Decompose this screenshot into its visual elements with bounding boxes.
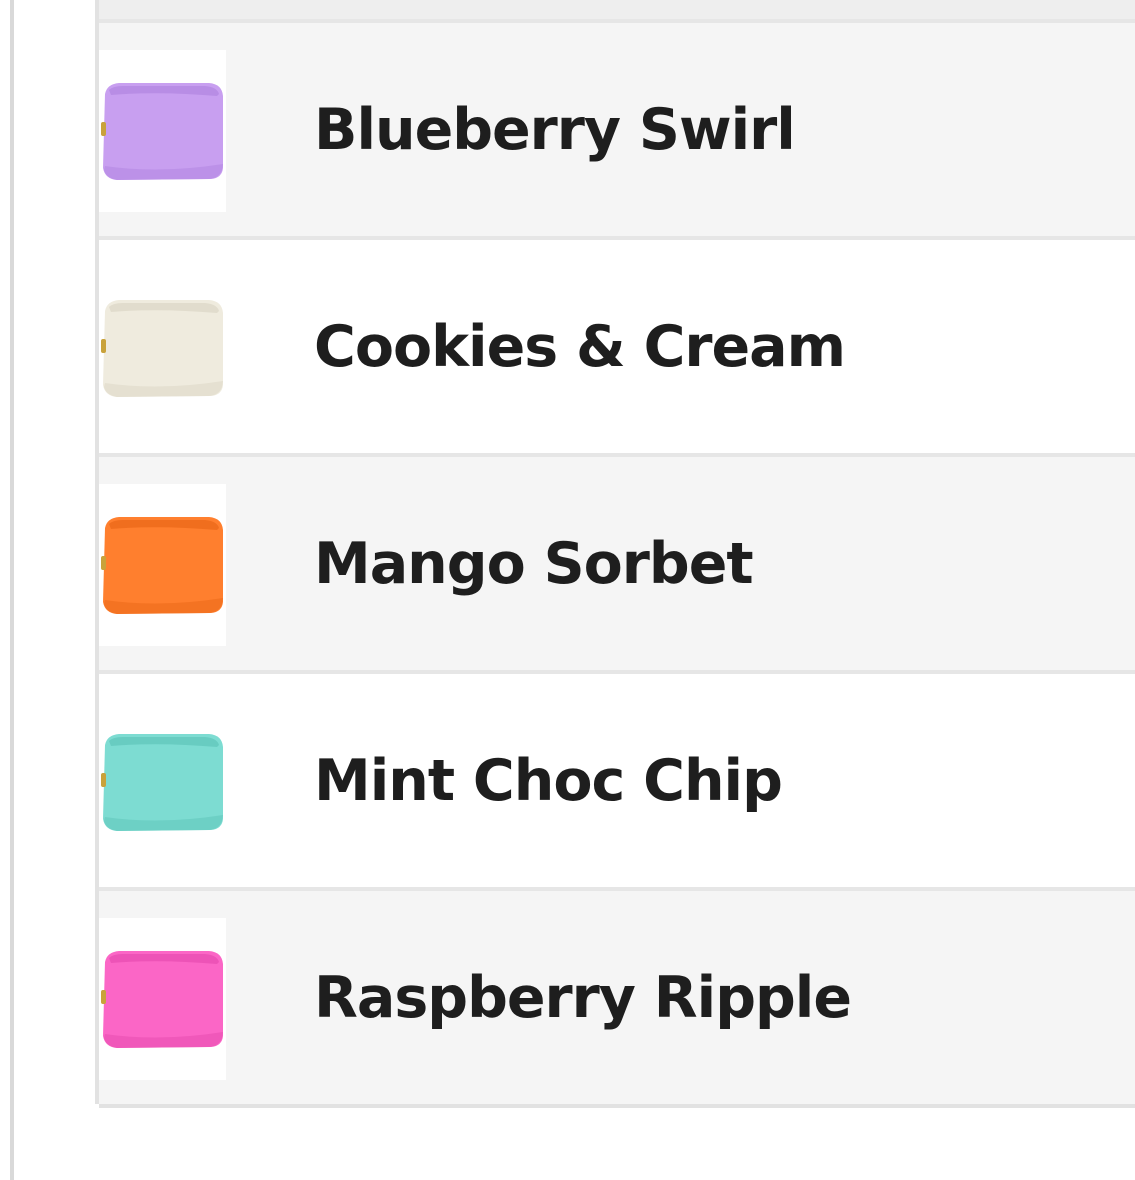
variant-list-frame: Blueberry Swirl Cookies & Cream Mango So…	[95, 0, 1135, 1108]
pouch-body	[103, 951, 223, 1048]
variant-option-mango-sorbet[interactable]: Mango Sorbet	[99, 453, 1135, 670]
variant-name: Blueberry Swirl	[314, 96, 796, 163]
variant-name: Raspberry Ripple	[314, 964, 852, 1031]
variant-list: Blueberry Swirl Cookies & Cream Mango So…	[99, 19, 1135, 1108]
pouch-graphic	[101, 734, 223, 831]
variant-name: Mint Choc Chip	[314, 747, 783, 814]
variant-name: Cookies & Cream	[314, 313, 846, 380]
pouch-graphic	[101, 300, 223, 397]
left-divider	[10, 0, 14, 1180]
pouch-icon	[99, 50, 226, 212]
pouch-graphic	[101, 83, 223, 180]
pouch-icon	[99, 267, 226, 429]
zipper-pull	[101, 773, 106, 787]
variant-picker-page: Blueberry Swirl Cookies & Cream Mango So…	[0, 0, 1135, 1180]
variant-option-blueberry-swirl[interactable]: Blueberry Swirl	[99, 19, 1135, 236]
zipper-pull	[101, 990, 106, 1004]
pouch-body	[103, 734, 223, 831]
pouch-graphic	[101, 517, 223, 614]
pouch-icon	[99, 918, 226, 1080]
variant-option-cookies-and-cream[interactable]: Cookies & Cream	[99, 236, 1135, 453]
zipper-pull	[101, 339, 106, 353]
pouch-graphic	[101, 951, 223, 1048]
variant-name: Mango Sorbet	[314, 530, 754, 597]
pouch-icon	[99, 484, 226, 646]
zipper-pull	[101, 556, 106, 570]
pouch-icon	[99, 701, 226, 863]
pouch-body	[103, 83, 223, 180]
zipper-pull	[101, 122, 106, 136]
pouch-body	[103, 300, 223, 397]
variant-option-mint-choc-chip[interactable]: Mint Choc Chip	[99, 670, 1135, 887]
list-top-edge	[99, 0, 1135, 19]
variant-option-raspberry-ripple[interactable]: Raspberry Ripple	[99, 887, 1135, 1108]
pouch-body	[103, 517, 223, 614]
